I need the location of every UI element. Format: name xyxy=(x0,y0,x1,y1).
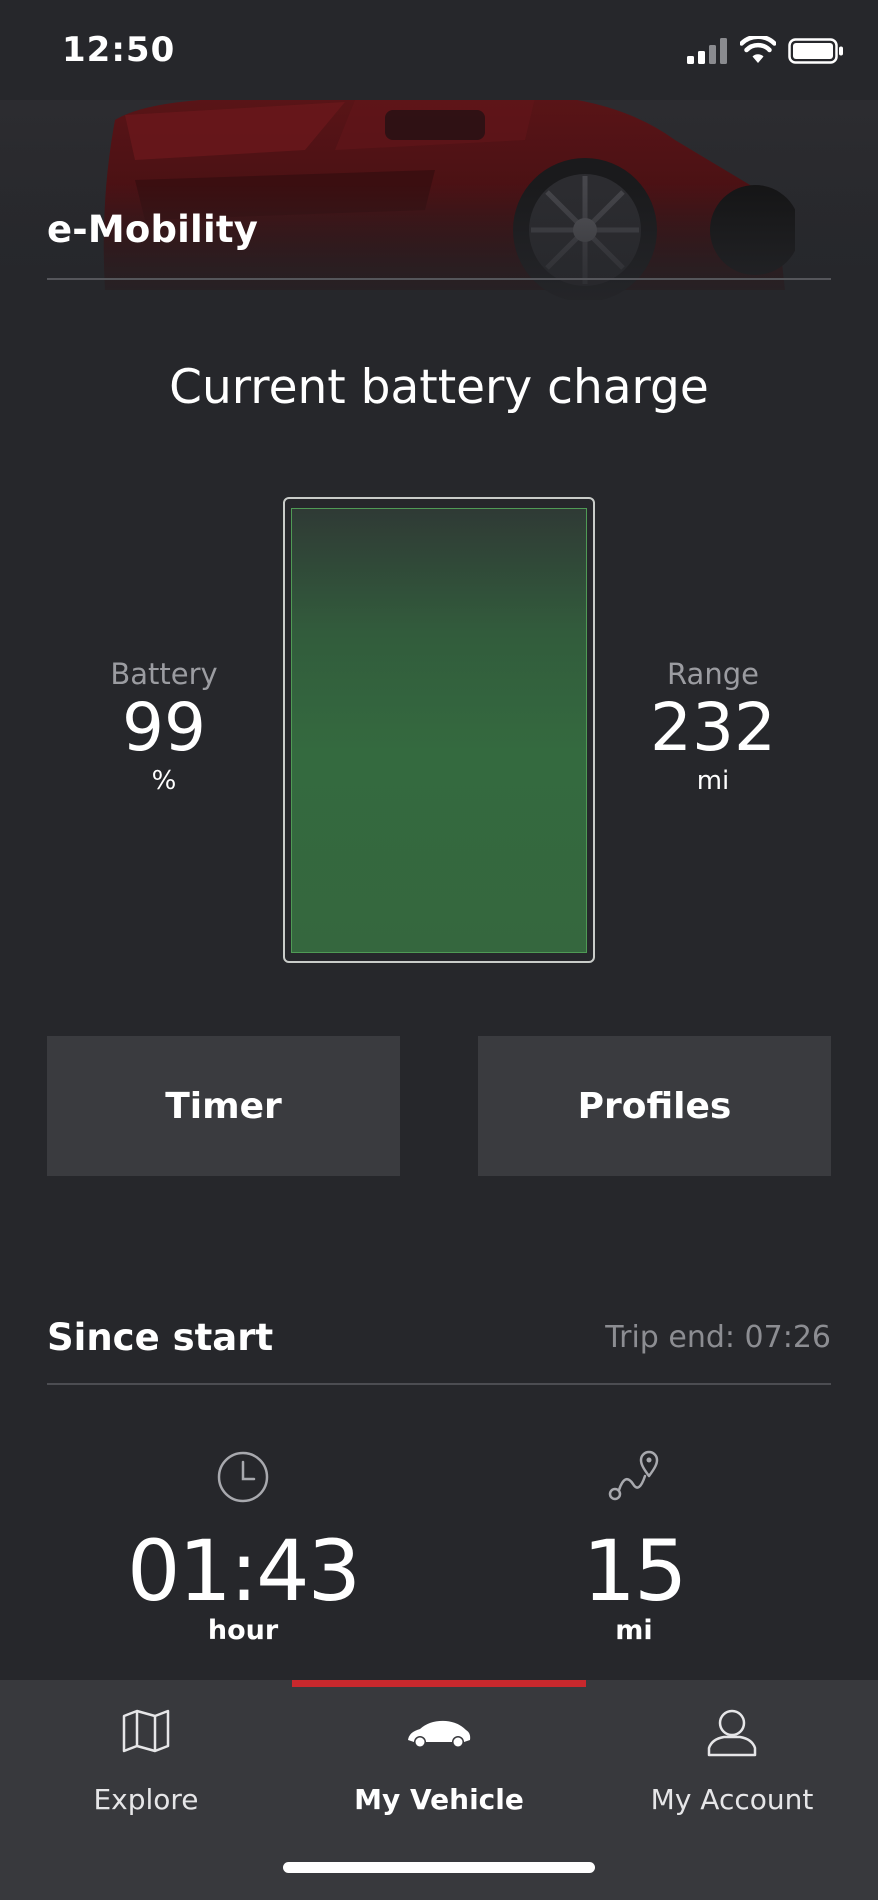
battery-level-fill xyxy=(291,507,587,954)
tab-my-vehicle[interactable]: My Vehicle xyxy=(292,1680,586,1840)
trip-divider xyxy=(47,1383,831,1385)
tab-my-account[interactable]: My Account xyxy=(586,1680,878,1840)
range-value: 232 xyxy=(650,689,776,766)
car-icon xyxy=(408,1720,471,1747)
hero-divider xyxy=(47,278,831,280)
timer-button[interactable]: Timer xyxy=(47,1036,400,1176)
battery-icon xyxy=(788,38,843,64)
tab-explore[interactable]: Explore xyxy=(0,1680,292,1840)
battery-level-visual xyxy=(283,497,595,963)
battery-unit: % xyxy=(151,766,177,796)
duration-value: 01:43 xyxy=(126,1522,361,1620)
map-icon xyxy=(122,1709,170,1753)
battery-stat: Battery 99 % xyxy=(54,656,274,798)
e-mobility-screen: 12:50 e-Mobility Current battery charge … xyxy=(0,0,878,1900)
battery-charge-heading: Current battery charge xyxy=(169,360,709,415)
wifi-icon xyxy=(740,36,776,63)
status-time: 12:50 xyxy=(62,30,176,70)
signal-icon xyxy=(687,38,727,64)
page-title: e-Mobility xyxy=(47,208,259,251)
user-icon xyxy=(707,1709,757,1757)
tab-my-vehicle-label: My Vehicle xyxy=(354,1783,524,1816)
tab-my-account-label: My Account xyxy=(650,1783,814,1816)
distance-value: 15 xyxy=(582,1522,688,1620)
tab-explore-label: Explore xyxy=(93,1783,199,1816)
battery-label: Battery xyxy=(110,657,218,691)
trip-section-title: Since start xyxy=(47,1316,274,1359)
clock-icon xyxy=(217,1451,269,1503)
profiles-button[interactable]: Profiles xyxy=(478,1036,831,1176)
range-stat: Range 232 mi xyxy=(603,656,823,798)
distance-unit: mi xyxy=(615,1615,653,1646)
range-label: Range xyxy=(667,657,759,691)
status-bar: 12:50 xyxy=(0,0,878,100)
route-icon xyxy=(608,1450,659,1501)
home-indicator[interactable] xyxy=(283,1862,595,1873)
trip-end-time: Trip end: 07:26 xyxy=(605,1320,831,1355)
range-unit: mi xyxy=(696,766,730,796)
battery-value: 99 xyxy=(122,689,206,766)
vehicle-hero: e-Mobility xyxy=(0,100,878,310)
trip-distance: 15 mi xyxy=(484,1450,784,1646)
trip-duration: 01:43 hour xyxy=(93,1450,393,1646)
duration-unit: hour xyxy=(207,1615,279,1646)
bottom-navigation: Explore My Vehicle My Account xyxy=(0,1680,878,1900)
